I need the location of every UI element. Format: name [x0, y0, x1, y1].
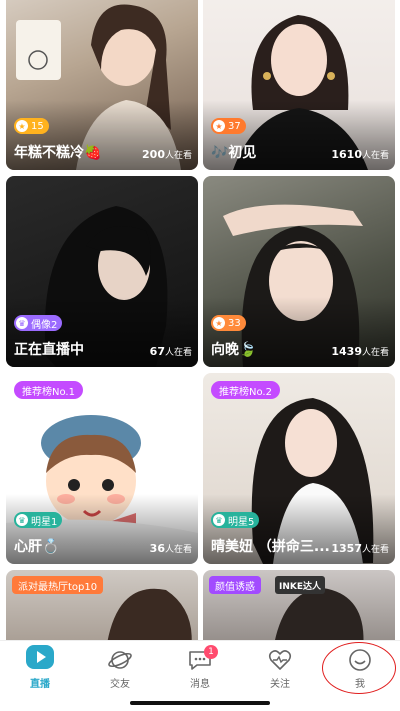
level-badge: ♛ 明星1 — [14, 512, 63, 528]
room-title: 正在直播中 — [14, 342, 84, 358]
level-badge: ★ 33 — [211, 315, 246, 331]
star-icon: ★ — [16, 120, 28, 132]
live-play-icon — [26, 645, 54, 669]
tab-friends[interactable]: 交友 — [80, 641, 160, 698]
viewer-count: 200人在看 — [142, 148, 192, 161]
live-card[interactable]: 推荐榜No.2 ♛ 明星5 晴美妞 （拼命三... 1357人在看 — [203, 373, 395, 564]
unread-badge: 1 — [204, 645, 218, 659]
live-card[interactable]: ★ 33 向晚🍃 1439人在看 — [203, 176, 395, 367]
star-icon: ★ — [213, 317, 225, 329]
viewer-count: 67人在看 — [149, 345, 192, 358]
tab-messages[interactable]: 1 消息 — [160, 641, 240, 698]
crown-icon: ♛ — [16, 514, 28, 526]
level-badge: ♛ 明星5 — [211, 512, 260, 528]
room-title: 🎶初见 — [211, 145, 257, 161]
room-title: 晴美妞 （拼命三... — [211, 539, 330, 555]
heart-pulse-icon — [268, 650, 292, 670]
viewer-count: 1439人在看 — [331, 345, 389, 358]
star-icon: ★ — [213, 120, 225, 132]
room-title: 心肝💍 — [14, 539, 60, 555]
level-badge: ★ 37 — [211, 118, 246, 134]
crown-icon: ♛ — [213, 514, 225, 526]
level-badge: ★ 15 — [14, 118, 49, 134]
viewer-count: 1610人在看 — [331, 148, 389, 161]
live-card[interactable]: ★ 37 🎶初见 1610人在看 — [203, 0, 395, 170]
viewer-count: 1357人在看 — [331, 542, 389, 555]
live-card[interactable]: 派对最热厅top10 — [6, 570, 198, 650]
crown-icon: ♛ — [16, 317, 28, 329]
live-card[interactable]: 颜值诱惑 INKE达人 — [203, 570, 395, 650]
room-title: 年糕不糕冷🍓 — [14, 145, 102, 161]
tab-live[interactable]: 直播 — [0, 641, 80, 698]
inke-badge: INKE达人 — [275, 576, 326, 594]
live-card[interactable]: 推荐榜No.1 ♛ 明星1 心肝💍 36人在看 — [6, 373, 198, 564]
planet-icon — [108, 651, 132, 669]
annotation-highlight-circle — [322, 642, 396, 694]
promo-badge: 派对最热厅top10 — [12, 576, 104, 594]
tab-following[interactable]: 关注 — [240, 641, 320, 698]
live-room-grid: ★ 15 年糕不糕冷🍓 200人在看 ★ 37 🎶初见 1610人在看 ♛ 偶像… — [0, 0, 400, 650]
live-card[interactable]: ♛ 偶像2 正在直播中 67人在看 — [6, 176, 198, 367]
home-indicator — [130, 701, 270, 705]
room-title: 向晚🍃 — [211, 342, 257, 358]
viewer-count: 36人在看 — [149, 542, 192, 555]
rank-badge: 推荐榜No.1 — [14, 381, 83, 399]
promo-badge: 颜值诱惑 — [209, 576, 261, 594]
live-card[interactable]: ★ 15 年糕不糕冷🍓 200人在看 — [6, 0, 198, 170]
rank-badge: 推荐榜No.2 — [211, 381, 280, 399]
level-badge: ♛ 偶像2 — [14, 315, 63, 331]
